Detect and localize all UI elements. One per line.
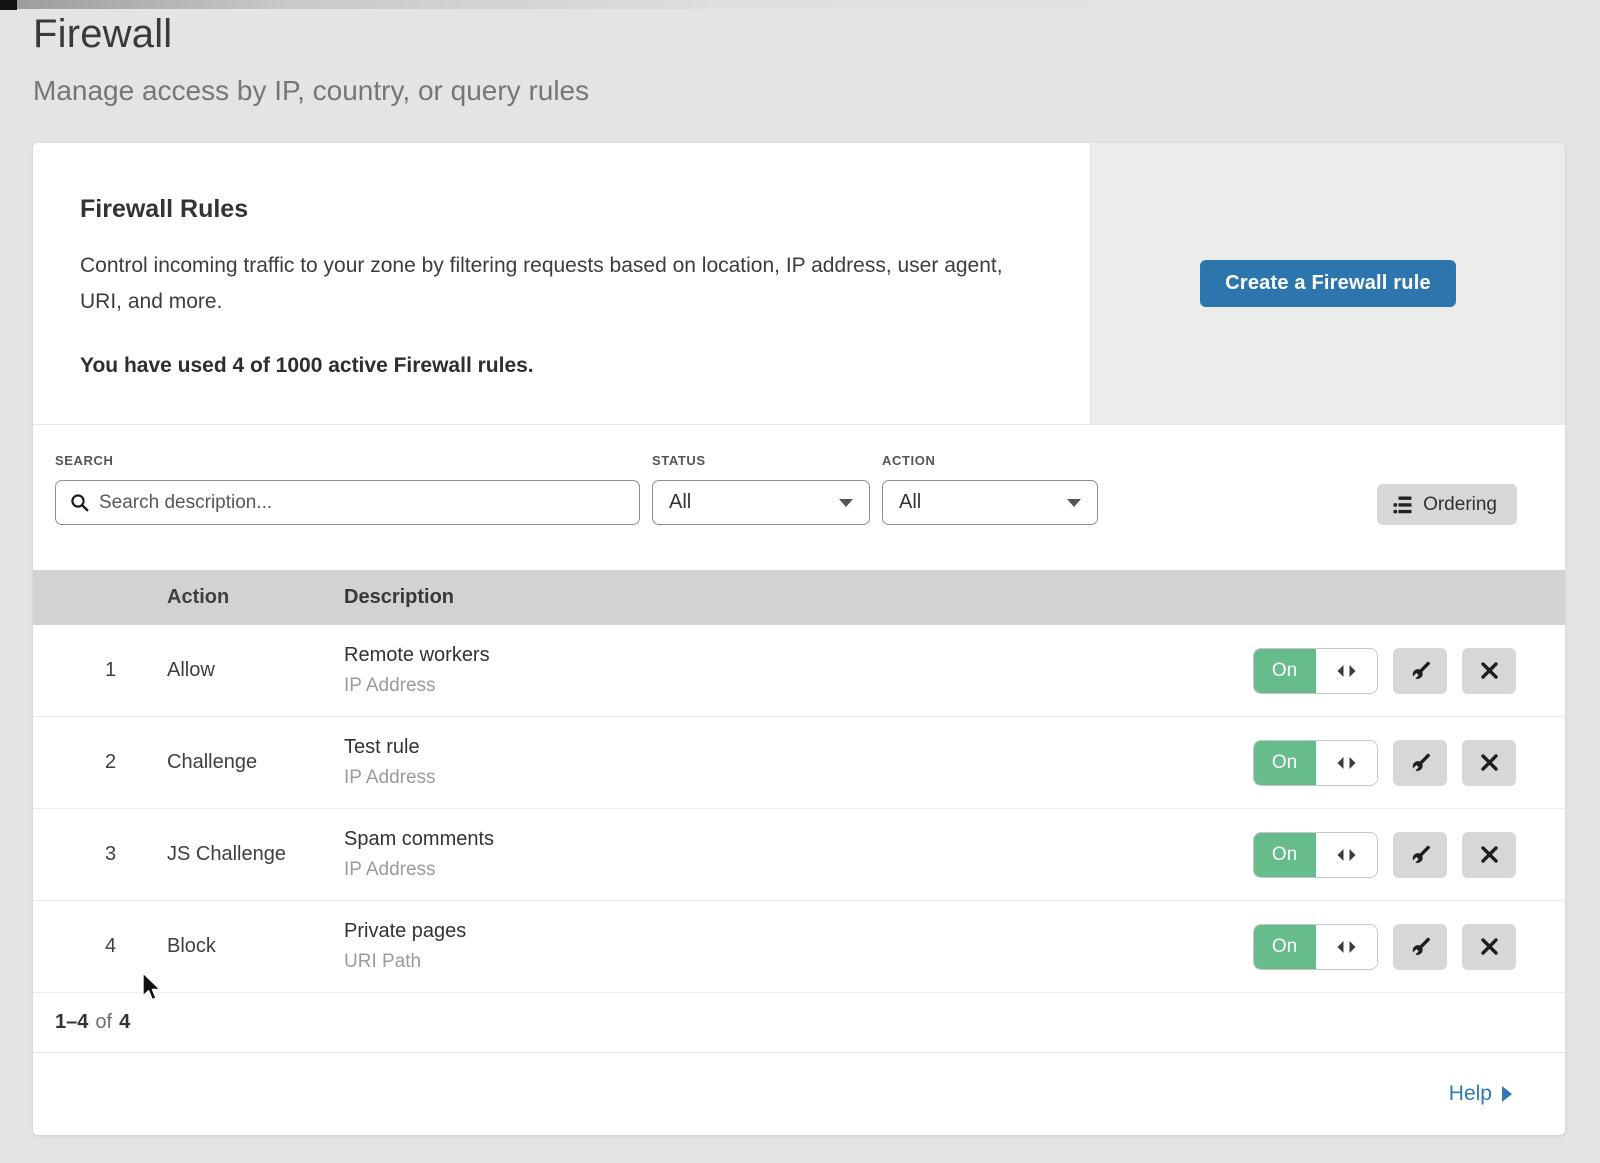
rule-match-field: IP Address [344, 859, 1253, 881]
rule-controls: On [1253, 924, 1565, 970]
rule-description: Test rule [344, 736, 1253, 759]
rule-priority: 1 [33, 659, 167, 682]
filters-bar: SEARCH STATUS All ACTION All [33, 425, 1565, 570]
delete-rule-button[interactable] [1462, 924, 1516, 970]
search-label: SEARCH [55, 453, 640, 468]
rule-description-cell: Private pages URI Path [344, 920, 1253, 973]
table-row: 2 Challenge Test rule IP Address On [33, 717, 1565, 809]
table-row: 3 JS Challenge Spam comments IP Address … [33, 809, 1565, 901]
ordering-button[interactable]: Ordering [1377, 484, 1517, 525]
usage-summary: You have used 4 of 1000 active Firewall … [80, 354, 1030, 378]
rule-enabled-toggle[interactable]: On [1253, 924, 1378, 970]
action-column-header: Action [167, 586, 344, 609]
rules-list: 1 Allow Remote workers IP Address On [33, 625, 1565, 993]
table-row: 4 Block Private pages URI Path On [33, 901, 1565, 993]
wrench-icon [1409, 660, 1431, 682]
wrench-icon [1409, 752, 1431, 774]
delete-rule-button[interactable] [1462, 832, 1516, 878]
ordered-list-icon [1393, 495, 1412, 515]
overview-text-area: Firewall Rules Control incoming traffic … [33, 143, 1090, 424]
edit-rule-button[interactable] [1393, 924, 1447, 970]
page-title: Firewall [33, 12, 1600, 57]
search-icon [70, 493, 89, 512]
table-header: Action Description [33, 570, 1565, 625]
toggle-expand-icon[interactable] [1316, 925, 1377, 969]
action-select[interactable]: All [882, 480, 1098, 525]
pagination-range: 1–4 [55, 1011, 88, 1034]
chevron-down-icon [839, 499, 853, 507]
firewall-rules-card: Firewall Rules Control incoming traffic … [33, 143, 1565, 1135]
toggle-expand-icon[interactable] [1316, 833, 1377, 877]
status-label: STATUS [652, 453, 870, 468]
rule-enabled-toggle[interactable]: On [1253, 740, 1378, 786]
close-icon [1480, 661, 1499, 680]
rule-match-field: IP Address [344, 767, 1253, 789]
delete-rule-button[interactable] [1462, 740, 1516, 786]
delete-rule-button[interactable] [1462, 648, 1516, 694]
rule-controls: On [1253, 832, 1565, 878]
action-filter-group: ACTION All [882, 453, 1098, 525]
create-rule-panel: Create a Firewall rule [1090, 143, 1565, 424]
page-subtitle: Manage access by IP, country, or query r… [33, 75, 1600, 107]
pagination-of: of [95, 1011, 112, 1034]
close-icon [1480, 753, 1499, 772]
section-description: Control incoming traffic to your zone by… [80, 248, 1030, 320]
close-icon [1480, 937, 1499, 956]
rule-action: Block [167, 935, 344, 958]
description-column-header: Description [344, 586, 1565, 609]
rule-description: Remote workers [344, 644, 1253, 667]
rule-priority: 3 [33, 843, 167, 866]
rule-priority: 4 [33, 935, 167, 958]
status-select[interactable]: All [652, 480, 870, 525]
overview-section: Firewall Rules Control incoming traffic … [33, 143, 1565, 425]
table-row: 1 Allow Remote workers IP Address On [33, 625, 1565, 717]
pagination-total: 4 [119, 1011, 130, 1034]
edit-rule-button[interactable] [1393, 648, 1447, 694]
toggle-expand-icon[interactable] [1316, 741, 1377, 785]
status-filter-group: STATUS All [652, 453, 870, 525]
status-selected-value: All [669, 491, 691, 514]
rule-description-cell: Spam comments IP Address [344, 828, 1253, 881]
ordering-button-label: Ordering [1423, 494, 1497, 516]
toggle-on-label[interactable]: On [1253, 648, 1316, 694]
wrench-icon [1409, 844, 1431, 866]
ordering-group: Ordering [1377, 484, 1517, 525]
rule-action: Allow [167, 659, 344, 682]
rule-controls: On [1253, 648, 1565, 694]
toggle-on-label[interactable]: On [1253, 832, 1316, 878]
action-selected-value: All [899, 491, 921, 514]
edit-rule-button[interactable] [1393, 740, 1447, 786]
edit-rule-button[interactable] [1393, 832, 1447, 878]
search-box[interactable] [55, 480, 640, 525]
search-filter-group: SEARCH [55, 453, 640, 525]
rule-description-cell: Test rule IP Address [344, 736, 1253, 789]
chevron-down-icon [1067, 499, 1081, 507]
create-firewall-rule-button[interactable]: Create a Firewall rule [1200, 260, 1456, 307]
close-icon [1480, 845, 1499, 864]
help-link-label: Help [1449, 1082, 1492, 1106]
rule-match-field: IP Address [344, 675, 1253, 697]
wrench-icon [1409, 936, 1431, 958]
rule-description: Private pages [344, 920, 1253, 943]
section-heading: Firewall Rules [80, 195, 1030, 224]
rule-description: Spam comments [344, 828, 1253, 851]
rule-enabled-toggle[interactable]: On [1253, 832, 1378, 878]
pagination: 1–4 of 4 [33, 993, 1565, 1053]
rule-enabled-toggle[interactable]: On [1253, 648, 1378, 694]
toggle-on-label[interactable]: On [1253, 740, 1316, 786]
toggle-on-label[interactable]: On [1253, 924, 1316, 970]
rule-description-cell: Remote workers IP Address [344, 644, 1253, 697]
rule-action: Challenge [167, 751, 344, 774]
page-header: Firewall Manage access by IP, country, o… [0, 0, 1600, 107]
card-footer: Help [33, 1053, 1565, 1135]
rule-controls: On [1253, 740, 1565, 786]
search-input[interactable] [99, 492, 625, 514]
action-label: ACTION [882, 453, 1098, 468]
arrow-right-icon [1502, 1086, 1512, 1102]
help-link[interactable]: Help [1449, 1082, 1512, 1106]
rule-action: JS Challenge [167, 843, 344, 866]
rule-priority: 2 [33, 751, 167, 774]
toggle-expand-icon[interactable] [1316, 649, 1377, 693]
rule-match-field: URI Path [344, 951, 1253, 973]
